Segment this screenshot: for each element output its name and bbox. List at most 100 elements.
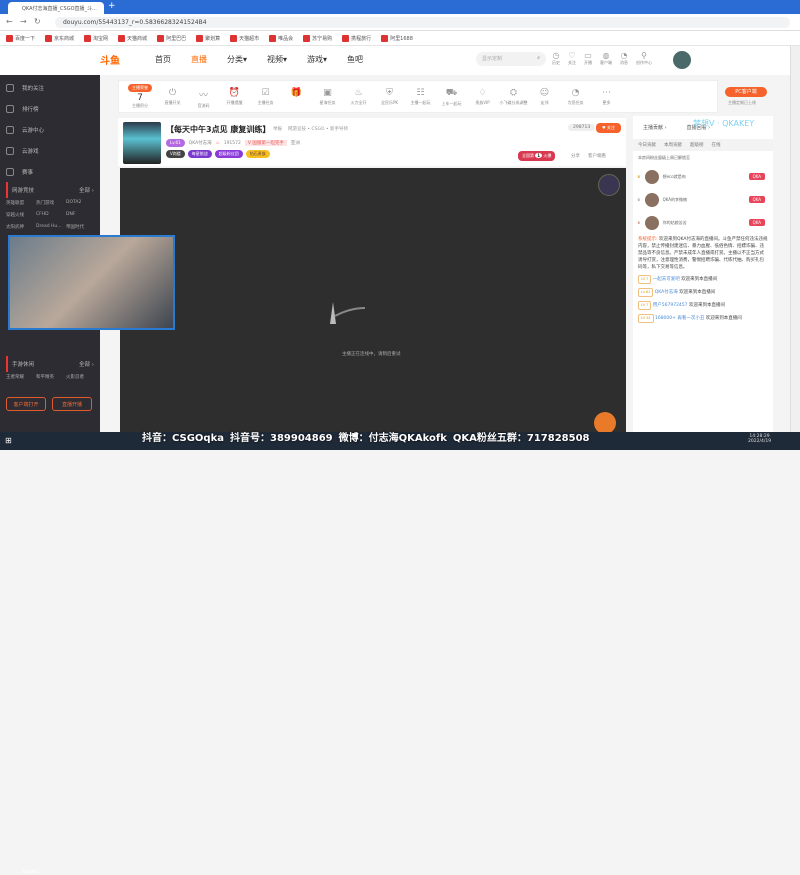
nav-item[interactable]: 首页 xyxy=(155,54,171,65)
game-link[interactable]: DOTA2 xyxy=(66,200,94,206)
game-link[interactable]: 太阳武神 xyxy=(6,224,34,230)
nav-item[interactable]: 鱼吧 xyxy=(347,54,363,65)
video-player[interactable]: 主播正在连线中，请稍后重试 xyxy=(120,168,626,434)
toolbar-item[interactable]: ◔ 为您任务 xyxy=(560,88,591,109)
bookmark-item[interactable]: 天猫超市 xyxy=(230,34,259,42)
nav-item[interactable]: 视频▾ xyxy=(267,54,287,65)
user-avatar[interactable] xyxy=(673,51,691,69)
toolbar-item[interactable]: ☷ 主播一起玩 xyxy=(405,88,436,109)
rank-item[interactable]: ♛ 你的姑娘苦苦 QKA xyxy=(633,211,773,234)
room-category[interactable]: 网游竞技 • CSGO • 新手导师 xyxy=(288,126,348,132)
header-camera-button[interactable]: ▭ 开播 xyxy=(584,51,592,66)
chat-username[interactable]: 用户567972457 xyxy=(653,303,688,308)
toolbar-item[interactable]: ☺ 友邻 xyxy=(529,88,560,109)
nav-item[interactable]: 分类▾ xyxy=(227,54,247,65)
game-link[interactable]: CFHD xyxy=(36,212,64,218)
bookmark-item[interactable]: 阿里1688 xyxy=(381,34,413,42)
game-link[interactable]: 英雄联盟 xyxy=(6,200,34,206)
room-tag[interactable]: 每星挑战 xyxy=(187,150,212,158)
header-heart-button[interactable]: ♡ 关注 xyxy=(568,51,576,66)
game-link[interactable]: 穿越火线 xyxy=(6,212,34,218)
toolbar-item[interactable]: 〰音流码 xyxy=(188,88,219,109)
game-link[interactable]: 热门游戏 xyxy=(36,200,64,206)
sidebar-item[interactable]: 云游中心 xyxy=(0,119,100,140)
url-input[interactable]: douyu.com/55443137_r=0.58366283241524B4 xyxy=(55,17,790,28)
toolbar-item[interactable]: ☑ 主播任务 xyxy=(250,88,281,109)
browser-tab[interactable]: QKA付志海直播_CSGO直播_斗... xyxy=(8,2,104,14)
toolbar-item[interactable]: ⛨ 全民乐PK xyxy=(374,88,405,109)
toolbar-item[interactable]: ⏰ 开播提醒 xyxy=(219,88,250,109)
chat-username[interactable]: QKA付志海 xyxy=(655,290,678,295)
contribution-link[interactable]: 主播贡献 › xyxy=(643,124,667,131)
rank-name[interactable]: 你的姑娘苦苦 xyxy=(663,220,687,226)
reload-icon[interactable]: ↻ xyxy=(34,17,41,26)
toolbar-item[interactable]: ♨ 火力全开 xyxy=(343,88,374,109)
rank-name[interactable]: 想eco就是肉 xyxy=(663,174,686,180)
game-link[interactable]: DNF xyxy=(66,212,94,218)
pc-client-button[interactable]: PC客户端 xyxy=(725,87,767,97)
start-stream-button[interactable]: 直播开播 xyxy=(52,397,92,411)
section-more-link[interactable]: 全部 › xyxy=(79,360,94,368)
taskbar-steam[interactable]: Steam xyxy=(22,869,38,875)
follow-button[interactable]: ♥ 关注 xyxy=(596,123,621,133)
score-box[interactable]: 主播荣誉 7 主播积分 xyxy=(123,84,157,109)
bookmark-item[interactable]: 京东商城 xyxy=(45,34,74,42)
toolbar-item[interactable]: ▣ 星海任务 xyxy=(312,88,343,109)
rank-item[interactable]: ♛ QKA的李微楠 QKA xyxy=(633,188,773,211)
chat-username[interactable]: 168000+ 再看一次小丑 xyxy=(655,316,704,321)
game-link[interactable]: 帝国时代 xyxy=(66,224,94,230)
toolbar-item[interactable]: ⋯ 更多 xyxy=(591,88,622,109)
bookmark-item[interactable]: 淘宝网 xyxy=(84,34,108,42)
client-open-button[interactable]: 客户端打开 xyxy=(6,397,46,411)
bookmark-item[interactable]: 唯品会 xyxy=(269,34,293,42)
douyu-logo[interactable]: 斗鱼 xyxy=(100,52,120,67)
rank-badge[interactable]: V 国服第一坦克手 xyxy=(244,140,287,146)
bookmark-item[interactable]: 百度一下 xyxy=(6,34,35,42)
toolbar-item[interactable]: 🎁 xyxy=(281,88,312,109)
game-link[interactable]: Dread Hu... xyxy=(36,224,64,230)
back-icon[interactable]: ← xyxy=(6,17,13,26)
header-download-button[interactable]: ◍ 客户端 xyxy=(600,51,612,66)
room-tag[interactable]: V岗楼 xyxy=(166,150,185,158)
new-tab-button[interactable]: + xyxy=(108,1,116,11)
toolbar-item[interactable]: ⛭ 小飞碟分成调整 xyxy=(498,88,529,109)
header-bulb-button[interactable]: ⚲ 创作中心 xyxy=(636,51,652,66)
toolbar-item[interactable]: ⛟ 上车一起玩 xyxy=(436,88,467,109)
bookmark-item[interactable]: 携程旅行 xyxy=(342,34,371,42)
rank-item[interactable]: ♛ 想eco就是肉 QKA xyxy=(633,165,773,188)
header-clock-button[interactable]: ◷ 历史 xyxy=(552,51,560,66)
chat-tab[interactable]: 超级榜 xyxy=(690,142,704,148)
toolbar-item[interactable]: ♢ 贵族VIP xyxy=(467,88,498,109)
room-tag[interactable]: 钻石贵族 xyxy=(245,150,270,158)
rank-name[interactable]: QKA的李微楠 xyxy=(663,197,687,203)
bookmark-item[interactable]: 天猫商城 xyxy=(118,34,147,42)
toolbar-item[interactable]: ⏻ 直播开关 xyxy=(157,88,188,109)
share-button[interactable]: 分享 xyxy=(571,153,580,159)
game-link[interactable]: 王者荣耀 xyxy=(6,374,34,380)
chat-tab[interactable]: 本周贡献 xyxy=(664,142,682,148)
sidebar-item[interactable]: 我的关注 xyxy=(0,77,100,98)
windows-start-icon[interactable]: ⊞ xyxy=(5,436,12,445)
search-input[interactable]: 显示定制 ⌕ xyxy=(476,52,546,66)
nav-item[interactable]: 游戏▾ xyxy=(307,54,327,65)
header-bell-button[interactable]: ◔ 消息 xyxy=(620,51,628,66)
forward-icon[interactable]: → xyxy=(20,17,27,26)
game-link[interactable]: 火影忍者 xyxy=(66,374,94,380)
room-tag[interactable]: 超级粉丝团 xyxy=(214,150,243,158)
client-watch-button[interactable]: 客户端看 xyxy=(588,153,606,159)
bookmark-item[interactable]: 阿里巴巴 xyxy=(157,34,186,42)
chat-username[interactable]: 一起去可爱吧 xyxy=(653,277,680,282)
section-more-link[interactable]: 全部 › xyxy=(79,186,94,194)
sidebar-item[interactable]: 赛事 xyxy=(0,161,100,182)
bookmark-item[interactable]: 苏宁易购 xyxy=(303,34,332,42)
chat-tab[interactable]: 在线 xyxy=(712,142,721,148)
page-scrollbar[interactable] xyxy=(790,46,800,432)
hot-rank-badge[interactable]: 全国第 1 火爆 xyxy=(518,151,556,161)
nav-item[interactable]: 直播 xyxy=(191,54,207,65)
sidebar-item[interactable]: 排行榜 xyxy=(0,98,100,119)
streamer-name[interactable]: QKA付志海 xyxy=(189,140,212,146)
report-link[interactable]: 举报 xyxy=(273,126,282,132)
chat-tab[interactable]: 今日贡献 xyxy=(638,142,656,148)
game-link[interactable]: 和平精英 xyxy=(36,374,64,380)
bookmark-item[interactable]: 聚划算 xyxy=(196,34,220,42)
